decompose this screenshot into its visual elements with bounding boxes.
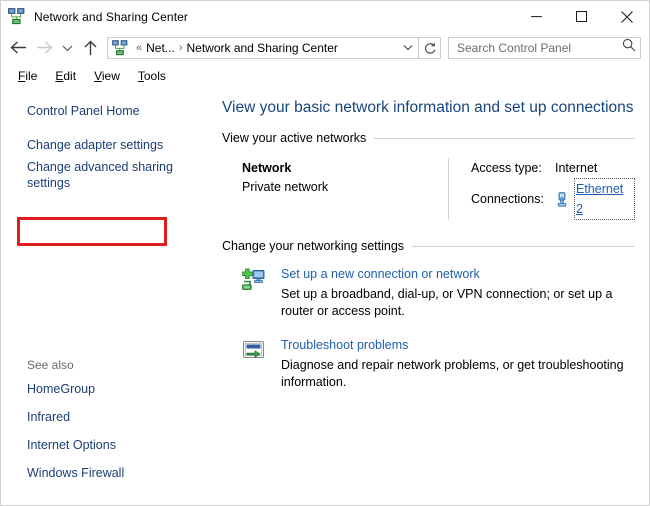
see-also-section: See also HomeGroup Infrared Internet Opt… bbox=[1, 358, 216, 487]
recent-locations-chevron-down-icon[interactable] bbox=[57, 36, 77, 60]
setting-title[interactable]: Set up a new connection or network bbox=[281, 266, 635, 283]
setting-troubleshoot-problems[interactable]: Troubleshoot problems Diagnose and repai… bbox=[222, 337, 635, 391]
close-button[interactable] bbox=[604, 1, 649, 32]
back-button[interactable] bbox=[5, 36, 31, 60]
breadcrumb-separator-icon: › bbox=[176, 42, 186, 54]
maximize-button[interactable] bbox=[559, 1, 604, 32]
menu-view[interactable]: View bbox=[85, 66, 129, 86]
annotation-highlight-box bbox=[17, 217, 167, 246]
setting-body: Set up a new connection or network Set u… bbox=[270, 266, 635, 320]
network-name: Network bbox=[242, 159, 448, 178]
window-title: Network and Sharing Center bbox=[34, 10, 188, 24]
nav-spacer bbox=[1, 122, 216, 134]
access-type-row: Access type: Internet bbox=[471, 158, 635, 178]
menu-tools[interactable]: Tools bbox=[129, 66, 175, 86]
title-bar: Network and Sharing Center bbox=[1, 1, 649, 32]
up-button[interactable] bbox=[77, 36, 103, 60]
see-also-label: See also bbox=[1, 358, 216, 375]
active-network-row: Network Private network Access type: Int… bbox=[222, 158, 635, 220]
header-rule bbox=[374, 138, 635, 139]
networking-settings-label: Change your networking settings bbox=[222, 239, 412, 253]
setting-description: Set up a broadband, dial-up, or VPN conn… bbox=[281, 286, 635, 320]
sidebar-item-change-advanced-sharing-settings[interactable]: Change advanced sharing settings bbox=[1, 156, 216, 194]
sidebar-item-control-panel-home[interactable]: Control Panel Home bbox=[1, 100, 216, 122]
setting-body: Troubleshoot problems Diagnose and repai… bbox=[270, 337, 635, 391]
navigation-pane: Control Panel Home Change adapter settin… bbox=[1, 88, 216, 505]
search-box[interactable] bbox=[448, 37, 641, 59]
troubleshoot-icon bbox=[242, 337, 270, 391]
search-input[interactable] bbox=[457, 41, 622, 55]
network-details: Access type: Internet Connections: bbox=[471, 158, 635, 220]
setting-title[interactable]: Troubleshoot problems bbox=[281, 337, 635, 354]
sidebar-item-internet-options[interactable]: Internet Options bbox=[1, 431, 216, 459]
minimize-button[interactable] bbox=[514, 1, 559, 32]
connection-link-ethernet-2[interactable]: Ethernet 2 bbox=[574, 178, 635, 220]
network-type: Private network bbox=[242, 178, 448, 197]
sidebar-item-change-adapter-settings[interactable]: Change adapter settings bbox=[1, 134, 216, 156]
vertical-divider bbox=[448, 158, 449, 220]
page-title: View your basic network information and … bbox=[222, 99, 635, 117]
breadcrumb-parent[interactable]: Net... bbox=[145, 41, 176, 55]
connection-link-label: Ethernet 2 bbox=[576, 182, 623, 216]
sidebar-item-homegroup[interactable]: HomeGroup bbox=[1, 375, 216, 403]
refresh-icon[interactable] bbox=[419, 37, 441, 59]
setting-set-up-new-connection[interactable]: Set up a new connection or network Set u… bbox=[222, 266, 635, 320]
breadcrumb-overflow[interactable]: « bbox=[133, 42, 145, 54]
networking-settings-header: Change your networking settings bbox=[222, 239, 635, 253]
window-controls bbox=[514, 1, 649, 32]
sidebar-item-windows-firewall[interactable]: Windows Firewall bbox=[1, 459, 216, 487]
menu-bar: File Edit View Tools bbox=[1, 63, 649, 88]
connections-label: Connections: bbox=[471, 189, 555, 209]
network-sharing-icon bbox=[8, 8, 25, 25]
active-networks-label: View your active networks bbox=[222, 131, 374, 145]
setting-description: Diagnose and repair network problems, or… bbox=[281, 357, 635, 391]
search-icon[interactable] bbox=[622, 38, 636, 57]
ethernet-adapter-icon bbox=[555, 192, 569, 207]
body: Control Panel Home Change adapter settin… bbox=[1, 88, 649, 505]
new-connection-icon bbox=[242, 266, 270, 320]
breadcrumb-network-icon bbox=[112, 40, 128, 56]
sidebar-item-infrared[interactable]: Infrared bbox=[1, 403, 216, 431]
menu-file[interactable]: File bbox=[9, 66, 46, 86]
access-type-value: Internet bbox=[555, 158, 597, 178]
breadcrumb[interactable]: « Net... › Network and Sharing Center bbox=[107, 37, 419, 59]
access-type-label: Access type: bbox=[471, 158, 555, 178]
connections-row: Connections: Ethernet 2 bbox=[471, 178, 635, 220]
breadcrumb-current[interactable]: Network and Sharing Center bbox=[185, 41, 338, 55]
address-bar: « Net... › Network and Sharing Center bbox=[1, 32, 649, 63]
forward-button bbox=[31, 36, 57, 60]
header-rule bbox=[412, 246, 635, 247]
network-identity: Network Private network bbox=[242, 158, 448, 197]
active-networks-header: View your active networks bbox=[222, 131, 635, 145]
breadcrumb-chevron-down-icon[interactable] bbox=[398, 38, 418, 58]
menu-edit[interactable]: Edit bbox=[46, 66, 85, 86]
network-sharing-center-window: Network and Sharing Center bbox=[0, 0, 650, 506]
content-pane: View your basic network information and … bbox=[216, 88, 649, 505]
